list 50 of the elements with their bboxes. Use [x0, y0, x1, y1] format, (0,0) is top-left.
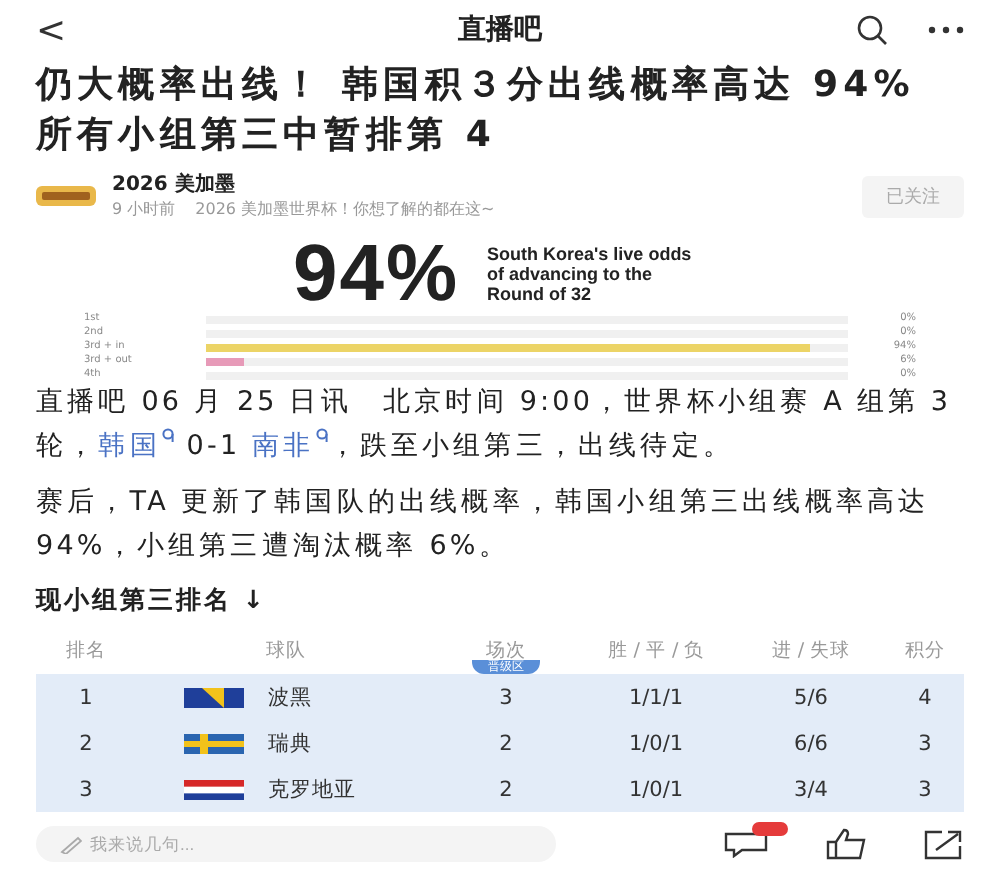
column-header: 进 / 失球 [769, 640, 853, 664]
section-heading: 现小组第三排名 ↓ [36, 584, 268, 618]
column-header: 排名 [64, 640, 108, 664]
table-cell-text: 5/6 [792, 683, 830, 711]
page-title: 直播吧 [458, 12, 542, 48]
column-header: 积分 [903, 640, 947, 664]
team-link-icon [162, 427, 175, 443]
pencil-icon [60, 836, 82, 854]
team-link-icon [316, 427, 329, 443]
table-cell-text: 2 [497, 775, 515, 803]
column-header: 胜 / 平 / 负 [605, 640, 707, 664]
flag-icon [184, 779, 244, 799]
flag-icon [184, 687, 244, 707]
table-cell-text: 3 [916, 729, 934, 757]
notification-badge [752, 822, 788, 836]
team-link[interactable]: 韩国 [98, 430, 175, 462]
team-name: 克罗地亚 [268, 775, 356, 803]
table-cell-text: 3 [77, 775, 95, 803]
flag-icon [184, 733, 244, 753]
channel-logo-icon [36, 180, 96, 212]
article-paragraph: 赛后，TA 更新了韩国队的出线概率，韩国小组第三出线概率高达 94%，小组第三遭淘汰概率 6%。 [36, 484, 932, 566]
article-headline: 仍大概率出线！ 韩国积３分出线概率高达 94% 所有小组第三中暂排第 4 [36, 62, 917, 160]
table-cell-text: 4 [916, 683, 934, 711]
table-cell-text: 1/0/1 [626, 775, 686, 803]
team-name: 瑞典 [268, 729, 312, 757]
table-cell-text: 3/4 [792, 775, 830, 803]
table-cell-text: 6/6 [792, 729, 830, 757]
team-name: 波黑 [268, 683, 312, 711]
table-cell-text: 2 [77, 729, 95, 757]
article-paragraph: 直播吧 06 月 25 日讯 北京时间 9:00，世界杯小组赛 A 组第 3 轮，韩国 0-1 南非 ，跌至小组第三，出线待定。 [36, 384, 954, 466]
search-icon[interactable] [856, 14, 888, 46]
share-icon[interactable] [924, 828, 964, 860]
column-header: 场次 [484, 640, 528, 662]
post-time: 9 小时前 [112, 197, 176, 219]
author-name[interactable]: 2026 美加墨 [112, 173, 495, 197]
comment-icon[interactable] [724, 830, 768, 858]
table-cell-text: 1/1/1 [626, 683, 686, 711]
team-link[interactable]: 南非 [252, 430, 329, 462]
table-cell-text: 3 [916, 775, 934, 803]
column-header: 球队 [264, 640, 308, 664]
big-percentage: 94% [292, 234, 460, 314]
infographic-caption: South Korea's live odds of advancing to the Round of 32 [487, 244, 694, 304]
back-button[interactable]: < [36, 9, 67, 51]
table-cell-text: 1/0/1 [626, 729, 686, 757]
thumbs-up-icon[interactable] [824, 828, 868, 860]
more-icon[interactable] [928, 26, 964, 34]
table-cell-text: 2 [497, 729, 515, 757]
comment-field[interactable]: 我来说几句... [36, 826, 556, 862]
author-bio: 2026 美加墨世界杯！你想了解的都在这~ [195, 197, 495, 219]
table-cell-text: 1 [77, 683, 95, 711]
